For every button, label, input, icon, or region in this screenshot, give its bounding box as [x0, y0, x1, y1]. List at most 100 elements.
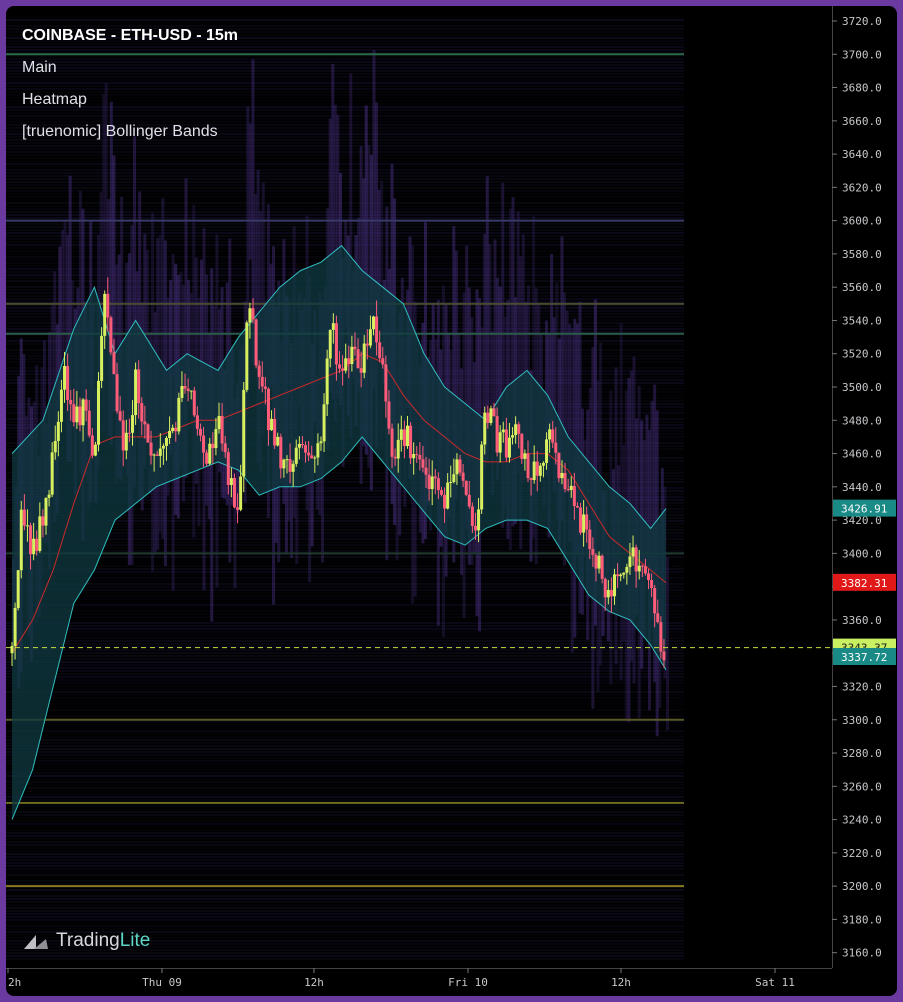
price-tick-label: 3160.0 — [842, 947, 882, 960]
candle-body — [174, 427, 178, 432]
candle-body — [560, 472, 564, 479]
heatmap-row — [6, 736, 684, 738]
heatmap-row — [6, 685, 684, 687]
candle-body — [100, 335, 104, 381]
candle-body — [229, 478, 233, 485]
heatmap-row — [6, 655, 684, 657]
candle-body — [276, 436, 280, 446]
price-tick-label: 3440.0 — [842, 481, 882, 494]
heatmap-row — [6, 715, 684, 717]
heatmap-row — [6, 679, 684, 681]
candle-body — [378, 342, 382, 359]
candle-body — [307, 452, 311, 456]
candle-body — [310, 455, 314, 459]
candle-body — [158, 448, 162, 456]
legend-heatmap[interactable]: Heatmap — [22, 84, 238, 116]
price-tick-label: 3280.0 — [842, 747, 882, 760]
candle-body — [328, 329, 332, 359]
heatmap-row — [6, 163, 684, 165]
candle-body — [334, 323, 338, 365]
heatmap-row — [6, 841, 684, 843]
heatmap-row — [6, 904, 684, 906]
candle-body — [390, 428, 394, 457]
heatmap-row — [6, 694, 684, 696]
liquidity-level — [6, 801, 684, 804]
candle-body — [140, 403, 144, 422]
heatmap-row — [6, 709, 684, 711]
heatmap-row — [6, 880, 684, 882]
candle-body — [236, 507, 240, 510]
heatmap-row — [6, 814, 684, 816]
heatmap-row — [6, 706, 684, 708]
heatmap-column — [248, 123, 252, 260]
liquidity-level — [6, 219, 684, 222]
candle-body — [149, 442, 153, 456]
heatmap-row — [6, 799, 684, 801]
candle-body — [640, 565, 644, 567]
heatmap-row — [6, 682, 684, 684]
legend-main[interactable]: Main — [22, 52, 238, 84]
candle-body — [257, 365, 261, 377]
price-tick-label: 3720.0 — [842, 15, 882, 28]
heatmap-row — [6, 733, 684, 735]
price-tick-label: 3580.0 — [842, 248, 882, 261]
heatmap-row — [6, 790, 684, 792]
candle-body — [186, 388, 190, 391]
candle-body — [124, 432, 128, 451]
candle-body — [613, 574, 617, 597]
heatmap-row — [6, 745, 684, 747]
candle-body — [180, 386, 184, 398]
candle-body — [470, 506, 474, 526]
candle-body — [575, 505, 579, 508]
candle-body — [183, 386, 187, 389]
candle-body — [529, 477, 533, 481]
candle-body — [387, 401, 391, 429]
time-axis-line — [6, 968, 832, 969]
candle-body — [609, 589, 613, 597]
heatmap-column — [488, 243, 492, 405]
price-axis: 3720.0 3700.0 3680.0 3660.0 3640.0 3620.0 3600… — [832, 6, 896, 968]
candle-body — [198, 428, 202, 436]
heatmap-row — [6, 703, 684, 705]
candle-body — [372, 316, 376, 330]
candle-body — [359, 368, 363, 373]
candle-body — [452, 474, 456, 482]
candle-body — [572, 485, 576, 506]
brand-text-lite: Lite — [119, 930, 151, 951]
candle-body — [619, 574, 623, 577]
candle-body — [10, 645, 14, 654]
candle-body — [331, 323, 335, 330]
candle-body — [616, 574, 620, 577]
heatmap-row — [6, 661, 684, 663]
heatmap-row — [6, 817, 684, 819]
candle-body — [501, 429, 505, 433]
price-tick-label: 3260.0 — [842, 780, 882, 793]
candle-body — [93, 444, 97, 456]
heatmap-row — [6, 907, 684, 909]
price-tick-label: 3620.0 — [842, 181, 882, 194]
heatmap-row — [6, 838, 684, 840]
candle-body — [273, 418, 277, 446]
heatmap-column — [666, 557, 669, 731]
heatmap-row — [6, 922, 684, 924]
heatmap-row — [6, 826, 684, 828]
price-tick-label: 3240.0 — [842, 814, 882, 827]
candle-body — [137, 369, 141, 404]
candle-body — [263, 386, 267, 389]
candle-body — [143, 421, 147, 425]
heatmap-row — [6, 898, 684, 900]
candle-body — [424, 467, 428, 475]
candle-body — [489, 408, 493, 423]
candle-body — [643, 566, 647, 574]
heatmap-row — [6, 724, 684, 726]
candle-body — [115, 374, 119, 412]
heatmap-row — [6, 664, 684, 666]
legend-bollinger[interactable]: [truenomic] Bollinger Bands — [22, 116, 238, 148]
heatmap-chart[interactable]: 3720.0 3700.0 3680.0 3660.0 3640.0 3620.0 3600… — [6, 6, 897, 996]
candle-body — [492, 408, 496, 417]
candle-body — [171, 427, 175, 431]
heatmap-row — [6, 637, 684, 639]
candle-body — [164, 437, 168, 446]
heatmap-column — [63, 221, 67, 358]
candle-body — [498, 432, 502, 453]
